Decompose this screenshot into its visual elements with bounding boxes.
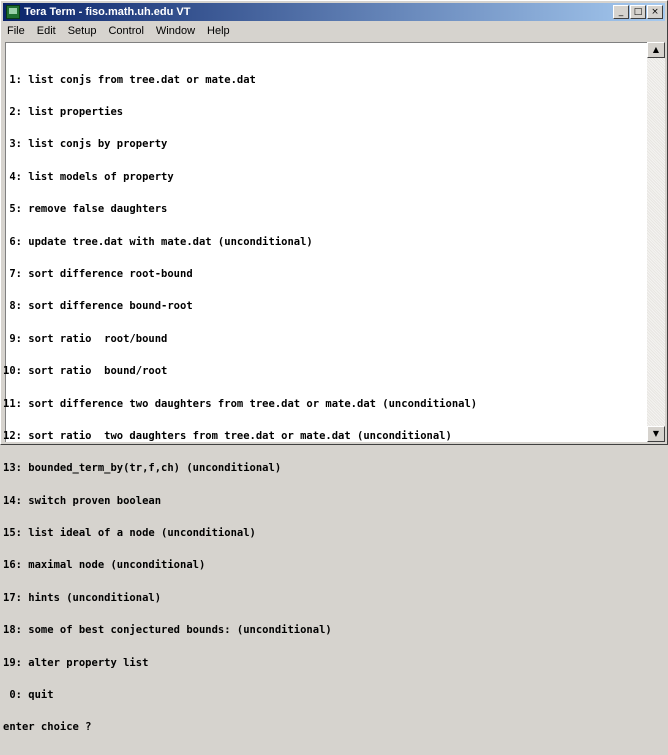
vertical-scrollbar[interactable]: ▲ ▼ — [647, 42, 665, 442]
terminal-line: 11: sort difference two daughters from t… — [3, 397, 478, 410]
window-title: Tera Term - fiso.math.uh.edu VT — [24, 6, 191, 18]
menu-edit[interactable]: Edit — [31, 25, 62, 37]
terminal-line: 1: list conjs from tree.dat or mate.dat — [3, 73, 256, 86]
menu-file[interactable]: File — [3, 25, 31, 37]
terminal-line: 8: sort difference bound-root — [3, 300, 193, 313]
terminal-window: Tera Term - fiso.math.uh.edu VT _ □ × Fi… — [0, 0, 668, 733]
terminal-line: 7: sort difference root-bound — [3, 267, 193, 280]
terminal-output: 1: list conjs from tree.dat or mate.dat … — [3, 53, 477, 755]
terminal-line: 17: hints (unconditional) — [3, 591, 162, 604]
menu-setup[interactable]: Setup — [62, 25, 103, 37]
scroll-down-icon[interactable]: ▼ — [647, 426, 665, 442]
terminal-line: 5: remove false daughters — [3, 203, 168, 216]
terminal-line: 9: sort ratio root/bound — [3, 332, 168, 345]
terminal-line: 10: sort ratio bound/root — [3, 365, 168, 378]
minimize-button[interactable]: _ — [613, 5, 629, 19]
terminal-line: 6: update tree.dat with mate.dat (uncond… — [3, 235, 313, 248]
terminal-prompt[interactable]: enter choice ? — [3, 722, 477, 733]
terminal-line: 0: quit — [3, 689, 54, 702]
terminal-line: 3: list conjs by property — [3, 138, 168, 151]
terminal-line: 14: switch proven boolean — [3, 494, 162, 507]
scroll-up-icon[interactable]: ▲ — [647, 42, 665, 58]
title-bar[interactable]: Tera Term - fiso.math.uh.edu VT _ □ × — [3, 3, 665, 21]
menu-control[interactable]: Control — [102, 25, 149, 37]
tera-term-icon[interactable] — [6, 5, 20, 19]
scrollbar-track[interactable] — [647, 58, 665, 426]
menu-help[interactable]: Help — [201, 25, 236, 37]
terminal-line: 4: list models of property — [3, 170, 174, 183]
terminal-line: 12: sort ratio two daughters from tree.d… — [3, 429, 452, 442]
window-controls: _ □ × — [612, 5, 663, 19]
close-button[interactable]: × — [647, 5, 663, 19]
maximize-button[interactable]: □ — [630, 5, 646, 19]
terminal-line: 2: list properties — [3, 105, 124, 118]
terminal-line: 18: some of best conjectured bounds: (un… — [3, 624, 332, 637]
terminal-line: 19: alter property list — [3, 656, 149, 669]
terminal-line: 15: list ideal of a node (unconditional) — [3, 527, 256, 540]
menu-window[interactable]: Window — [150, 25, 201, 37]
menu-bar: File Edit Setup Control Window Help — [3, 22, 665, 40]
terminal-line: 16: maximal node (unconditional) — [3, 559, 206, 572]
terminal-line: 13: bounded_term_by(tr,f,ch) (unconditio… — [3, 462, 282, 475]
